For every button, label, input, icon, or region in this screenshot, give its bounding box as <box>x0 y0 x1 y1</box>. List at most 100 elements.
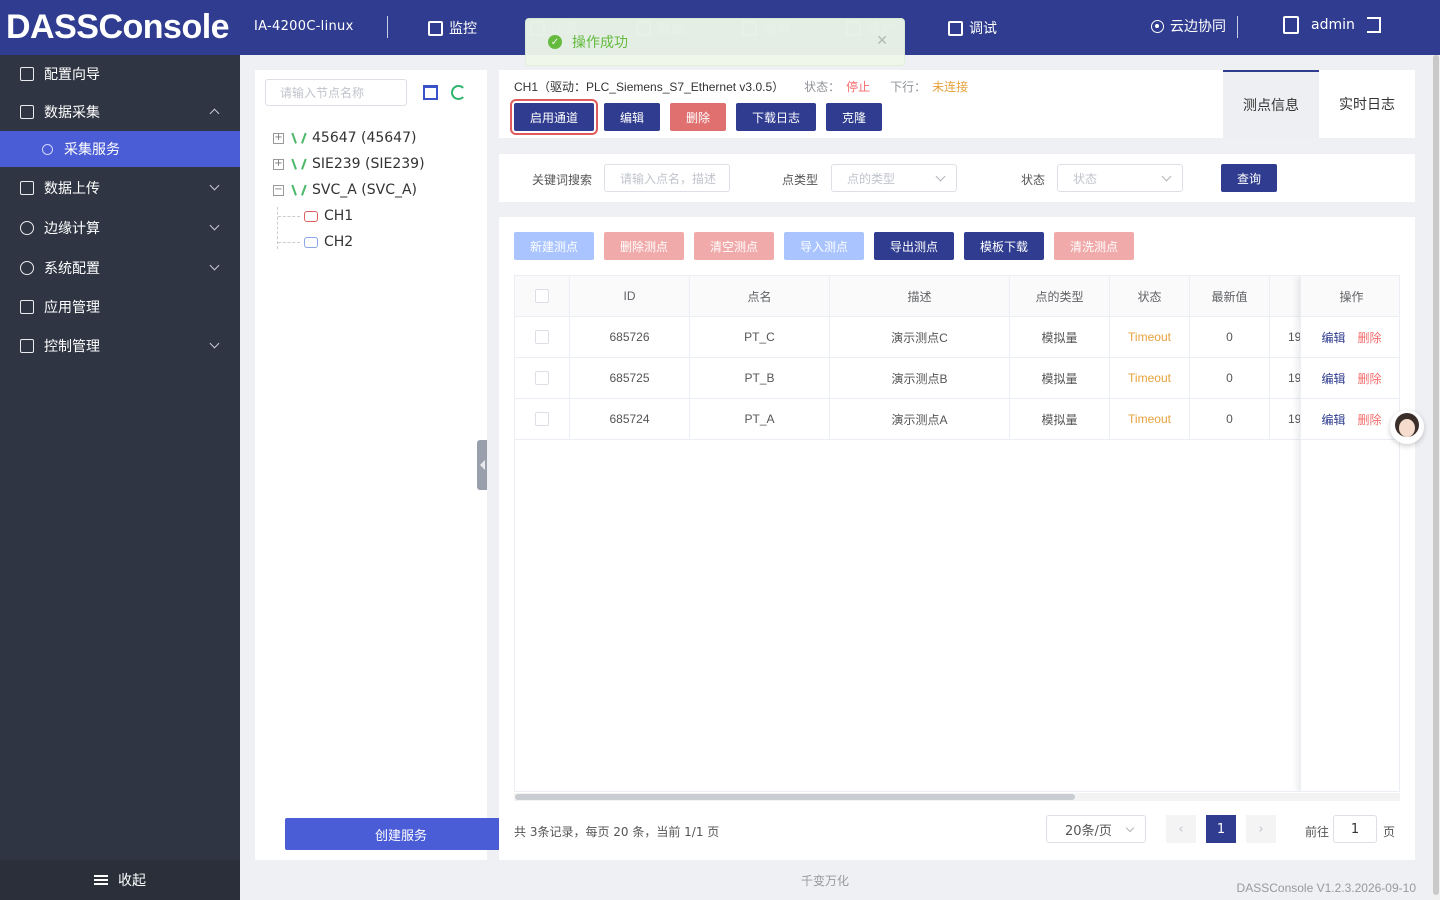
export-points-button[interactable]: 导出测点 <box>874 232 954 260</box>
table-header: ID 点名 描述 点的类型 状态 最新值 <box>515 276 1399 317</box>
status-select[interactable]: 状态 <box>1057 164 1183 192</box>
create-service-button[interactable]: 创建服务 <box>285 818 517 850</box>
logout-icon[interactable] <box>1366 17 1381 33</box>
edit-channel-button[interactable]: 编辑 <box>604 103 660 131</box>
row-select-cell <box>515 358 570 398</box>
table-row[interactable]: 685725 PT_B 演示测点B 模拟量 Timeout 0 19 <box>515 358 1399 399</box>
cloud-upload-icon <box>20 181 34 195</box>
user-doc-icon <box>1283 16 1299 34</box>
cloud-collab[interactable]: 云边协同 <box>1151 16 1226 36</box>
enable-channel-button[interactable]: 启用通道 <box>510 99 598 135</box>
sidebar-item-apps[interactable]: 应用管理 <box>0 288 240 326</box>
column-header[interactable]: ID <box>570 276 690 316</box>
app-logo[interactable]: DASSConsole <box>6 8 230 47</box>
download-log-button[interactable]: 下载日志 <box>736 103 816 131</box>
row-actions: 编辑 删除 <box>1301 358 1399 399</box>
edit-point-link[interactable]: 编辑 <box>1321 411 1345 428</box>
column-header[interactable]: 最新值 <box>1190 276 1270 316</box>
sidebar-item-edge[interactable]: 边缘计算 <box>0 209 240 247</box>
row-checkbox[interactable] <box>535 371 549 385</box>
tree-node-ch1[interactable]: CH1 <box>304 204 353 228</box>
tree-node[interactable]: + SIE239 (SIE239) <box>273 152 425 176</box>
service-node-icon <box>292 158 306 170</box>
next-page-button[interactable]: › <box>1246 815 1276 843</box>
page-size-select[interactable]: 20条/页 <box>1046 815 1146 843</box>
panel-collapse-handle[interactable] <box>477 440 487 490</box>
clone-channel-button[interactable]: 克隆 <box>826 103 882 131</box>
goto-page-input[interactable]: 1 <box>1333 815 1377 843</box>
expand-icon[interactable]: + <box>273 132 284 144</box>
delete-point-link[interactable]: 删除 <box>1358 370 1382 387</box>
tree-structure-icon[interactable] <box>423 85 438 100</box>
prev-page-button[interactable]: ‹ <box>1166 815 1196 843</box>
row-checkbox[interactable] <box>535 412 549 426</box>
nav-debug-label: 调试 <box>969 21 997 37</box>
chevron-up-icon <box>209 108 220 119</box>
keyword-placeholder: 请输入点名，描述 <box>620 171 717 186</box>
tree-node[interactable]: − SVC_A (SVC_A) <box>273 178 417 202</box>
monitor-icon <box>428 20 443 36</box>
edit-point-link[interactable]: 编辑 <box>1321 329 1345 346</box>
scrollbar-thumb[interactable] <box>515 794 1075 800</box>
column-header[interactable]: 描述 <box>830 276 1010 316</box>
tree-node-ch2[interactable]: CH2 <box>304 230 353 254</box>
select-all-cell <box>515 276 570 316</box>
user-menu[interactable]: admin <box>1283 16 1381 34</box>
scrollbar-thumb[interactable] <box>1433 55 1439 895</box>
new-point-button[interactable]: 新建测点 <box>514 232 594 260</box>
sidebar-item-data-collect[interactable]: 数据采集 <box>0 93 240 131</box>
refresh-icon[interactable] <box>451 85 466 100</box>
sidebar-item-wizard[interactable]: 配置向导 <box>0 55 240 93</box>
node-search-input[interactable]: 请输入节点名称 <box>265 79 407 106</box>
nav-debug[interactable]: 调试 <box>948 16 997 40</box>
tree-node[interactable]: +45647 (45647) <box>273 126 416 150</box>
clear-points-button[interactable]: 清空测点 <box>694 232 774 260</box>
delete-point-link[interactable]: 删除 <box>1358 411 1382 428</box>
collapse-icon[interactable]: − <box>273 184 284 196</box>
page-number[interactable]: 1 <box>1206 815 1236 843</box>
sidebar-item-system[interactable]: 系统配置 <box>0 249 240 287</box>
template-download-button[interactable]: 模板下载 <box>964 232 1044 260</box>
table-row[interactable]: 685724 PT_A 演示测点A 模拟量 Timeout 0 19 <box>515 399 1399 440</box>
point-type-select[interactable]: 点的类型 <box>831 164 957 192</box>
expand-icon[interactable]: + <box>273 158 284 170</box>
sidebar-item-collect-service[interactable]: 采集服务 <box>0 131 240 167</box>
delete-channel-button[interactable]: 删除 <box>670 103 726 131</box>
sliders-icon <box>20 339 34 353</box>
import-points-button[interactable]: 导入测点 <box>784 232 864 260</box>
sidebar-item-control[interactable]: 控制管理 <box>0 327 240 365</box>
username: admin <box>1311 17 1355 33</box>
chevron-down-icon <box>209 338 220 349</box>
chevron-down-icon <box>1161 171 1172 182</box>
column-header[interactable]: 点的类型 <box>1010 276 1110 316</box>
wizard-icon <box>20 67 34 81</box>
delete-point-button[interactable]: 删除测点 <box>604 232 684 260</box>
page-scrollbar[interactable] <box>1432 55 1440 900</box>
points-table: ID 点名 描述 点的类型 状态 最新值 685726 PT_C 演示测点C 模… <box>514 275 1400 792</box>
close-icon[interactable]: ✕ <box>876 33 888 49</box>
query-button[interactable]: 查询 <box>1221 164 1277 192</box>
tab-realtime-log[interactable]: 实时日志 <box>1319 70 1415 138</box>
sidebar-item-upload[interactable]: 数据上传 <box>0 169 240 207</box>
chevron-down-icon <box>935 171 946 182</box>
edit-point-link[interactable]: 编辑 <box>1321 370 1345 387</box>
row-checkbox[interactable] <box>535 330 549 344</box>
collapse-sidebar-button[interactable]: 收起 <box>0 860 240 900</box>
points-table-card: 新建测点 删除测点 清空测点 导入测点 导出测点 模板下载 清洗测点 ID 点名… <box>499 217 1415 860</box>
column-header[interactable]: 状态 <box>1110 276 1190 316</box>
wash-points-button[interactable]: 清洗测点 <box>1054 232 1134 260</box>
page-unit-label: 页 <box>1383 825 1396 839</box>
nav-monitor[interactable]: 监控 <box>428 16 477 40</box>
cell-type: 模拟量 <box>1010 358 1110 398</box>
pagination-summary: 共 3条记录，每页 20 条，当前 1/1 页 <box>514 825 720 839</box>
delete-point-link[interactable]: 删除 <box>1358 329 1382 346</box>
table-row[interactable]: 685726 PT_C 演示测点C 模拟量 Timeout 0 19 <box>515 317 1399 358</box>
assistant-avatar[interactable] <box>1390 410 1424 444</box>
tab-points[interactable]: 测点信息 <box>1223 70 1319 138</box>
horizontal-scrollbar[interactable] <box>514 793 1400 801</box>
keyword-input[interactable]: 请输入点名，描述 <box>604 164 730 192</box>
select-all-checkbox[interactable] <box>535 289 549 303</box>
row-actions: 编辑 删除 <box>1301 399 1399 440</box>
column-header[interactable]: 点名 <box>690 276 830 316</box>
cell-desc: 演示测点A <box>830 399 1010 439</box>
